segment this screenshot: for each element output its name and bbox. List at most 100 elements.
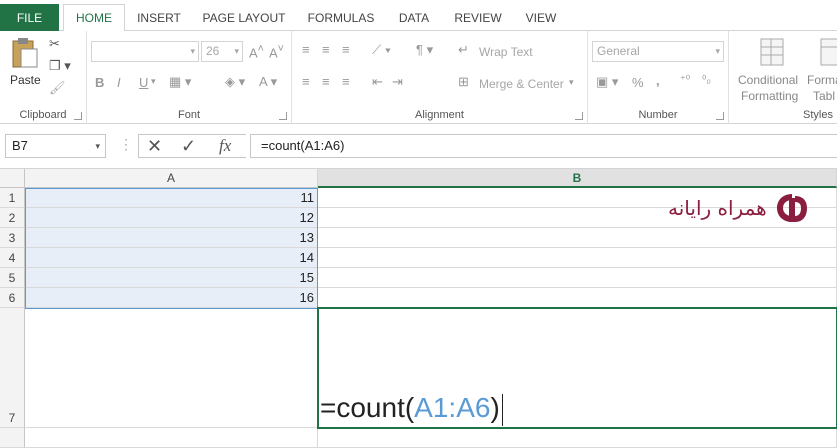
grow-font-icon[interactable]: A˄ [249, 44, 264, 60]
alignment-launcher-icon[interactable] [575, 112, 583, 120]
format-as-table-icon [820, 38, 837, 66]
format-as-table-button[interactable]: Forma Tabl [805, 35, 837, 105]
wrap-text-button[interactable]: Wrap Text [479, 45, 533, 59]
tab-review[interactable]: REVIEW [448, 4, 508, 31]
row-header-8[interactable] [0, 428, 25, 448]
font-size-value: 26 [206, 44, 220, 58]
clipboard-launcher-icon[interactable] [74, 112, 82, 120]
number-format-value: General [597, 44, 640, 58]
row-header-1[interactable]: 1 [0, 188, 25, 208]
copy-icon[interactable]: ❐ ▾ [49, 59, 71, 72]
tab-home[interactable]: HOME [63, 4, 125, 32]
paste-button[interactable]: Paste [6, 35, 42, 93]
underline-button[interactable]: U [139, 76, 148, 89]
name-box-value: B7 [12, 138, 28, 153]
column-header-b[interactable]: B [318, 169, 837, 188]
number-launcher-icon[interactable] [716, 112, 724, 120]
row-header-6[interactable]: 6 [0, 288, 25, 308]
orientation-icon[interactable]: ⟋ ▾ [372, 43, 391, 56]
cell-b6[interactable] [318, 288, 837, 308]
comma-button[interactable]: , [656, 74, 660, 87]
rtl-icon[interactable]: ¶ ▾ [416, 43, 433, 56]
decrease-indent-icon[interactable]: ⇤ [372, 75, 383, 88]
select-all-corner[interactable] [0, 169, 25, 188]
formula-bar: B7 ▾ ⋮ ✕ ✓ fx =count(A1:A6) [0, 124, 837, 169]
cell-b4[interactable] [318, 248, 837, 268]
alignment-group: ≡ ≡ ≡ ⟋ ▾ ¶ ▾ ↵ Wrap Text ≡ ≡ ≡ ⇤ ⇥ ⊞ Me… [292, 31, 588, 124]
font-group-label: Font [177, 109, 200, 121]
cell-b5[interactable] [318, 268, 837, 288]
number-group: General ▾ ▣ ▾ % , ⁺⁰ ⁰₀ Number [588, 31, 729, 124]
font-name-select[interactable]: ▾ [91, 41, 199, 62]
align-center-icon[interactable]: ≡ [322, 75, 330, 88]
cut-icon[interactable]: ✂ [49, 37, 60, 50]
row-header-2[interactable]: 2 [0, 208, 25, 228]
chevron-down-icon: ▾ [234, 46, 239, 56]
format-as-table-label-2: Tabl [813, 89, 836, 103]
row-header-3[interactable]: 3 [0, 228, 25, 248]
format-as-table-label-1: Forma [807, 73, 837, 87]
styles-group: Conditional Formatting Forma Tabl Styles [729, 31, 837, 124]
merge-center-button[interactable]: Merge & Center [479, 77, 564, 91]
currency-icon[interactable]: ▣ ▾ [596, 75, 618, 88]
brand-name: همراه رایانه [668, 196, 767, 220]
tab-page-layout[interactable]: PAGE LAYOUT [196, 4, 292, 31]
paste-label: Paste [10, 73, 41, 87]
formula-buttons: ✕ ✓ fx [138, 134, 246, 158]
number-format-select[interactable]: General ▾ [592, 41, 724, 62]
increase-indent-icon[interactable]: ⇥ [392, 75, 403, 88]
row-header-4[interactable]: 4 [0, 248, 25, 268]
tab-view[interactable]: VIEW [518, 4, 564, 31]
underline-dropdown-icon[interactable]: ▾ [151, 77, 156, 86]
formula-reference: A1:A6 [414, 392, 491, 423]
formula-suffix: ) [490, 392, 500, 423]
enter-icon[interactable]: ✓ [181, 136, 196, 157]
bold-button[interactable]: B [95, 76, 104, 89]
tab-formulas[interactable]: FORMULAS [300, 4, 382, 31]
range-reference-border [25, 188, 318, 309]
cell-a7[interactable] [25, 308, 318, 428]
conditional-formatting-button[interactable]: Conditional Formatting [735, 35, 805, 105]
align-middle-icon[interactable]: ≡ [322, 43, 330, 56]
alignment-group-label: Alignment [415, 109, 464, 121]
column-header-a[interactable]: A [25, 169, 318, 188]
align-bottom-icon[interactable]: ≡ [342, 43, 350, 56]
italic-button[interactable]: I [117, 76, 121, 89]
chevron-down-icon: ▾ [190, 46, 195, 56]
font-color-icon[interactable]: A ▾ [259, 75, 277, 88]
insert-function-button[interactable]: fx [219, 136, 231, 156]
align-left-icon[interactable]: ≡ [302, 75, 310, 88]
increase-decimal-icon[interactable]: ⁺⁰ [680, 75, 690, 86]
font-launcher-icon[interactable] [279, 112, 287, 120]
align-top-icon[interactable]: ≡ [302, 43, 310, 56]
clipboard-group: Paste ✂ ❐ ▾ 🖌 Clipboard [0, 31, 87, 124]
conditional-formatting-label-2: Formatting [741, 89, 799, 103]
decrease-decimal-icon[interactable]: ⁰₀ [702, 75, 711, 86]
merge-dropdown-icon[interactable]: ▾ [569, 78, 574, 87]
row-header-7[interactable]: 7 [0, 308, 25, 428]
cell-b3[interactable] [318, 228, 837, 248]
font-group: ▾ 26 ▾ A˄ A˅ B I U ▾ ▦ ▾ ◈ ▾ A ▾ Font [87, 31, 292, 124]
merge-center-icon[interactable]: ⊞ [458, 75, 469, 88]
tab-data[interactable]: DATA [390, 4, 438, 31]
row-header-5[interactable]: 5 [0, 268, 25, 288]
formula-bar-grip-icon: ⋮ [119, 136, 133, 152]
font-size-select[interactable]: 26 ▾ [201, 41, 243, 62]
chevron-down-icon: ▾ [95, 141, 100, 151]
ribbon: Paste ✂ ❐ ▾ 🖌 Clipboard ▾ 26 ▾ A˄ A˅ B I … [0, 31, 837, 124]
fill-color-icon[interactable]: ◈ ▾ [225, 75, 245, 88]
cell-b8[interactable] [318, 429, 837, 448]
tab-file[interactable]: FILE [0, 4, 59, 31]
format-painter-icon[interactable]: 🖌 [49, 81, 66, 94]
cell-a8[interactable] [25, 428, 318, 448]
wrap-text-icon[interactable]: ↵ [458, 43, 469, 56]
borders-icon[interactable]: ▦ ▾ [169, 75, 191, 88]
formula-input[interactable]: =count(A1:A6) [250, 134, 837, 158]
align-right-icon[interactable]: ≡ [342, 75, 350, 88]
brand-logo-icon [776, 194, 807, 222]
percent-button[interactable]: % [632, 76, 644, 89]
cancel-icon[interactable]: ✕ [147, 136, 162, 157]
name-box[interactable]: B7 ▾ [5, 134, 106, 158]
shrink-font-icon[interactable]: A˅ [269, 44, 284, 60]
tab-insert[interactable]: INSERT [130, 4, 188, 31]
